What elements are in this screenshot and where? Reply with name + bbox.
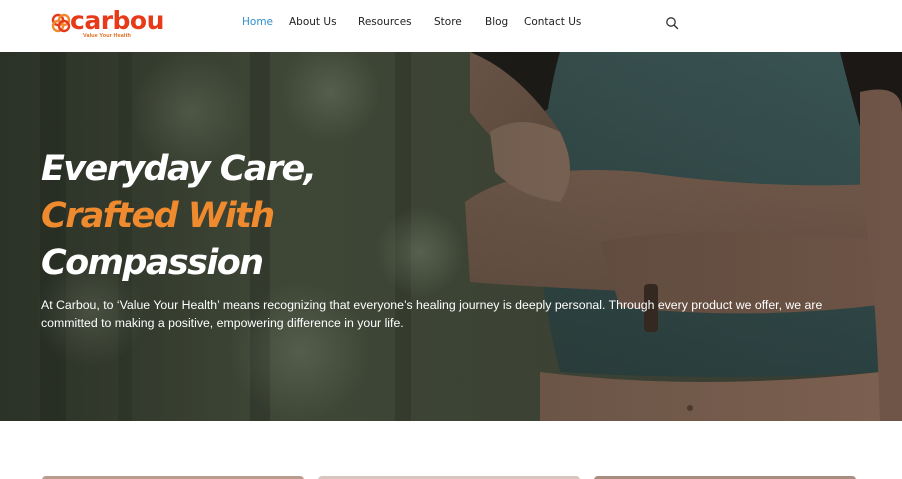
logo[interactable]: carbou Value Your Health xyxy=(50,6,164,42)
nav-home[interactable]: Home xyxy=(242,15,273,29)
search-icon[interactable] xyxy=(664,15,680,31)
content-section xyxy=(0,421,902,479)
logo-tagline: Value Your Health xyxy=(83,33,131,39)
hero-title: Everyday Care, Crafted With Compassion xyxy=(41,146,317,287)
hero-description: At Carbou, to ‘Value Your Health’ means … xyxy=(41,298,823,330)
hero-title-line-1: Everyday Care, xyxy=(41,149,317,189)
hero-title-line-2: Crafted With xyxy=(41,196,275,236)
logo-mark-icon xyxy=(51,13,71,33)
nav-resources[interactable]: Resources xyxy=(358,15,412,29)
site-header: carbou Value Your Health Home About Us R… xyxy=(0,0,902,52)
nav-blog[interactable]: Blog xyxy=(485,15,508,29)
nav-store[interactable]: Store xyxy=(434,15,462,29)
logo-text: carbou xyxy=(70,6,164,35)
hero-title-line-3: Compassion xyxy=(41,243,264,283)
nav-about-us[interactable]: About Us xyxy=(289,15,337,29)
hero-section: Everyday Care, Crafted With Compassion A… xyxy=(0,52,902,421)
nav-contact-us[interactable]: Contact Us xyxy=(524,15,581,29)
